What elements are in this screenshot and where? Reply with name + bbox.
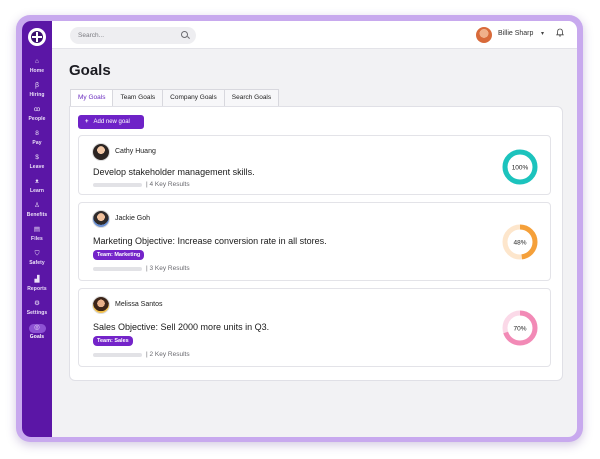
- plus-icon: +: [85, 119, 89, 125]
- add-new-goal-button[interactable]: + Add new goal: [78, 115, 144, 129]
- app-window: ⌂ Home ꞵ Hiring ꝏ People 8 Pay $ Leave ᴥ Learn ♙ Bene…: [22, 21, 577, 437]
- key-results-count[interactable]: | 2 Key Results: [146, 351, 190, 358]
- sidebar-item-leave[interactable]: $ Leave: [22, 154, 52, 176]
- goal-objective[interactable]: Develop stakeholder management skills.: [93, 167, 255, 177]
- safety-icon: ⛉: [34, 250, 40, 257]
- chevron-down-icon[interactable]: ▾: [541, 30, 544, 37]
- team-tag[interactable]: Team: Sales: [93, 336, 133, 346]
- sidebar-item-reports[interactable]: ▟ Reports: [22, 276, 52, 298]
- logo-icon: [31, 31, 43, 43]
- hiring-icon: ꞵ: [34, 82, 40, 89]
- user-avatar[interactable]: [476, 27, 492, 43]
- app-logo[interactable]: [28, 28, 46, 46]
- sidebar-item-label: Leave: [29, 164, 45, 170]
- sidebar-item-label: Benefits: [26, 212, 48, 218]
- sidebar-item-pay[interactable]: 8 Pay: [22, 130, 52, 152]
- search-icon[interactable]: [181, 31, 188, 38]
- sidebar-item-label: Reports: [27, 286, 47, 292]
- sidebar-item-people[interactable]: ꝏ People: [22, 106, 52, 128]
- goals-icon: ◎: [28, 324, 46, 333]
- sidebar-item-hiring[interactable]: ꞵ Hiring: [22, 82, 52, 104]
- sidebar-item-label: Learn: [29, 188, 45, 194]
- tab-my-goals[interactable]: My Goals: [70, 89, 114, 106]
- settings-icon: ⚙: [34, 300, 40, 307]
- progress-percent: 70%: [513, 325, 526, 332]
- sidebar-item-goals[interactable]: ◎ Goals: [22, 324, 52, 346]
- sidebar-item-safety[interactable]: ⛉ Safety: [22, 250, 52, 272]
- sidebar-item-label: People: [28, 116, 46, 122]
- goals-panel: + Add new goal Cathy Huang Develop stakeh…: [69, 106, 563, 381]
- bell-icon-graphic: [556, 28, 564, 37]
- goal-objective[interactable]: Marketing Objective: Increase conversion…: [93, 236, 327, 246]
- goal-owner: Melissa Santos: [115, 301, 163, 308]
- search-input[interactable]: [78, 29, 170, 42]
- sidebar-item-label: Safety: [29, 260, 45, 266]
- sidebar-item-label: Pay: [32, 140, 42, 146]
- goal-owner: Jackie Goh: [115, 215, 151, 222]
- tab-search-goals[interactable]: Search Goals: [223, 89, 280, 106]
- sidebar-item-home[interactable]: ⌂ Home: [22, 58, 52, 80]
- top-bar: Billie Sharp ▾: [52, 21, 577, 49]
- progress-percent: 48%: [513, 239, 526, 246]
- tab-company-goals[interactable]: Company Goals: [162, 89, 225, 106]
- key-results-label: 4 Key Results: [149, 181, 190, 188]
- sidebar-item-label: Files: [31, 236, 43, 242]
- goal-tabs: My Goals Team Goals Company Goals Search…: [70, 89, 280, 106]
- benefits-icon: ♙: [34, 202, 40, 209]
- progress-percent: 100%: [512, 164, 529, 171]
- team-tag[interactable]: Team: Marketing: [93, 250, 145, 260]
- progress-ring: 70%: [502, 310, 538, 346]
- sidebar-item-files[interactable]: ▤ Files: [22, 226, 52, 248]
- goal-card[interactable]: Melissa Santos Sales Objective: Sell 200…: [78, 288, 551, 367]
- user-name[interactable]: Billie Sharp: [498, 30, 533, 37]
- key-results-bar: [93, 267, 142, 271]
- leave-icon: $: [35, 154, 39, 161]
- tab-team-goals[interactable]: Team Goals: [112, 89, 164, 106]
- search-box[interactable]: [70, 27, 196, 44]
- pay-icon: 8: [35, 130, 39, 137]
- sidebar-item-label: Home: [29, 68, 45, 74]
- sidebar-item-settings[interactable]: ⚙ Settings: [22, 300, 52, 322]
- goal-card[interactable]: Jackie Goh Marketing Objective: Increase…: [78, 202, 551, 281]
- sidebar-item-label: Goals: [29, 334, 45, 340]
- key-results-count[interactable]: | 3 Key Results: [146, 265, 190, 272]
- add-new-goal-label: Add new goal: [93, 119, 130, 125]
- key-results-bar: [93, 183, 142, 187]
- key-results-count[interactable]: | 4 Key Results: [146, 181, 190, 188]
- page-title: Goals: [69, 62, 111, 79]
- owner-avatar: [92, 143, 110, 161]
- sidebar-item-label: Settings: [26, 310, 48, 316]
- owner-avatar: [92, 296, 110, 314]
- sidebar-item-learn[interactable]: ᴥ Learn: [22, 178, 52, 200]
- learn-icon: ᴥ: [35, 178, 39, 185]
- key-results-bar: [93, 353, 142, 357]
- goal-card[interactable]: Cathy Huang Develop stakeholder manageme…: [78, 135, 551, 195]
- progress-ring: 100%: [502, 149, 538, 185]
- key-results-label: 2 Key Results: [149, 351, 190, 358]
- progress-ring: 48%: [502, 224, 538, 260]
- sidebar-item-benefits[interactable]: ♙ Benefits: [22, 202, 52, 224]
- files-icon: ▤: [33, 226, 41, 233]
- goal-objective[interactable]: Sales Objective: Sell 2000 more units in…: [93, 322, 269, 332]
- home-icon: ⌂: [35, 58, 39, 65]
- bell-icon[interactable]: [556, 28, 564, 39]
- people-icon: ꝏ: [33, 106, 41, 113]
- sidebar-item-label: Hiring: [29, 92, 45, 98]
- sidebar: ⌂ Home ꞵ Hiring ꝏ People 8 Pay $ Leave ᴥ Learn ♙ Bene…: [22, 21, 52, 437]
- reports-icon: ▟: [34, 276, 40, 283]
- owner-avatar: [92, 210, 110, 228]
- goal-owner: Cathy Huang: [115, 148, 156, 155]
- key-results-label: 3 Key Results: [149, 265, 190, 272]
